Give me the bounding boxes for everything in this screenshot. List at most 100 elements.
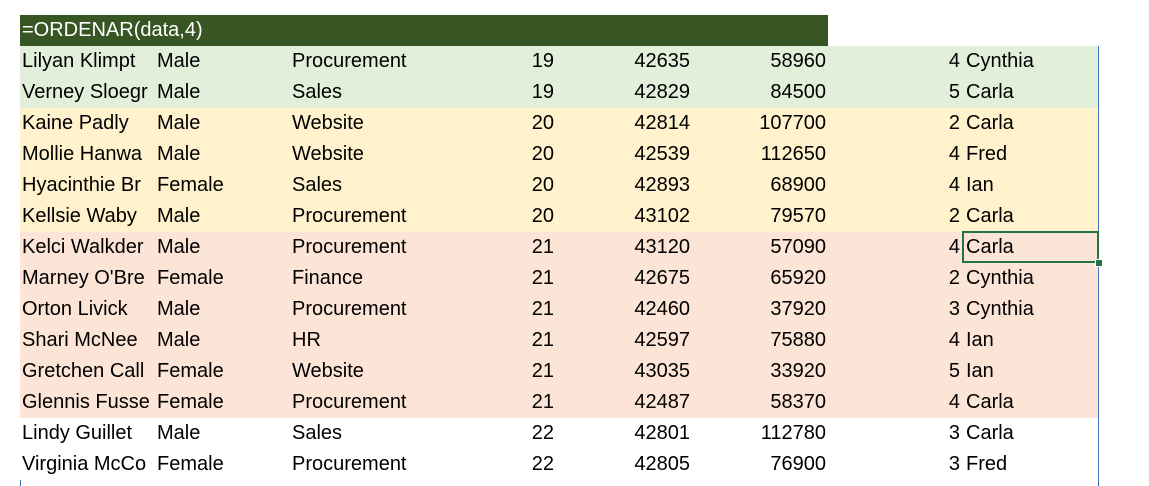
date-cell[interactable]: 42805	[600, 449, 690, 480]
age-cell[interactable]: 21	[490, 232, 554, 263]
name-cell[interactable]: Kelci Walkder	[22, 232, 155, 263]
gender-cell[interactable]: Male	[157, 201, 287, 232]
rating-cell[interactable]: 4	[900, 232, 960, 263]
manager-cell[interactable]: Cynthia	[966, 294, 1096, 325]
salary-cell[interactable]: 107700	[710, 108, 826, 139]
age-cell[interactable]: 21	[490, 325, 554, 356]
manager-cell[interactable]: Carla	[966, 387, 1096, 418]
rating-cell[interactable]: 4	[900, 325, 960, 356]
name-cell[interactable]: Verney Sloegr	[22, 77, 155, 108]
salary-cell[interactable]: 65920	[710, 263, 826, 294]
gender-cell[interactable]: Male	[157, 108, 287, 139]
department-cell[interactable]: Website	[292, 108, 492, 139]
manager-cell[interactable]: Cynthia	[966, 263, 1096, 294]
name-cell[interactable]: Orton Livick	[22, 294, 155, 325]
department-cell[interactable]: Procurement	[292, 201, 492, 232]
date-cell[interactable]: 42829	[600, 77, 690, 108]
department-cell[interactable]: Website	[292, 139, 492, 170]
name-cell[interactable]: Kellsie Waby	[22, 201, 155, 232]
manager-cell[interactable]: Carla	[966, 77, 1096, 108]
department-cell[interactable]: Procurement	[292, 387, 492, 418]
date-cell[interactable]: 42460	[600, 294, 690, 325]
gender-cell[interactable]: Male	[157, 139, 287, 170]
rating-cell[interactable]: 5	[900, 356, 960, 387]
department-cell[interactable]: HR	[292, 325, 492, 356]
department-cell[interactable]: Sales	[292, 418, 492, 449]
gender-cell[interactable]: Male	[157, 232, 287, 263]
manager-cell[interactable]: Cynthia	[966, 46, 1096, 77]
rating-cell[interactable]: 4	[900, 46, 960, 77]
age-cell[interactable]: 22	[490, 449, 554, 480]
selected-cell[interactable]	[962, 231, 1099, 263]
salary-cell[interactable]: 33920	[710, 356, 826, 387]
age-cell[interactable]: 21	[490, 294, 554, 325]
name-cell[interactable]: Lilyan Klimpt	[22, 46, 155, 77]
manager-cell[interactable]: Carla	[966, 108, 1096, 139]
name-cell[interactable]: Virginia McCo	[22, 449, 155, 480]
rating-cell[interactable]: 3	[900, 418, 960, 449]
age-cell[interactable]: 19	[490, 77, 554, 108]
name-cell[interactable]: Kaine Padly	[22, 108, 155, 139]
rating-cell[interactable]: 5	[900, 77, 960, 108]
age-cell[interactable]: 21	[490, 356, 554, 387]
name-cell[interactable]: Shari McNee	[22, 325, 155, 356]
rating-cell[interactable]: 3	[900, 294, 960, 325]
manager-cell[interactable]: Ian	[966, 325, 1096, 356]
salary-cell[interactable]: 57090	[710, 232, 826, 263]
department-cell[interactable]: Sales	[292, 77, 492, 108]
rating-cell[interactable]: 4	[900, 139, 960, 170]
gender-cell[interactable]: Female	[157, 387, 287, 418]
age-cell[interactable]: 21	[490, 387, 554, 418]
gender-cell[interactable]: Male	[157, 77, 287, 108]
manager-cell[interactable]: Ian	[966, 170, 1096, 201]
salary-cell[interactable]: 37920	[710, 294, 826, 325]
manager-cell[interactable]: Carla	[966, 418, 1096, 449]
salary-cell[interactable]: 58960	[710, 46, 826, 77]
date-cell[interactable]: 42893	[600, 170, 690, 201]
date-cell[interactable]: 42814	[600, 108, 690, 139]
department-cell[interactable]: Procurement	[292, 232, 492, 263]
gender-cell[interactable]: Female	[157, 263, 287, 294]
rating-cell[interactable]: 2	[900, 201, 960, 232]
age-cell[interactable]: 22	[490, 418, 554, 449]
name-cell[interactable]: Mollie Hanwa	[22, 139, 155, 170]
department-cell[interactable]: Procurement	[292, 449, 492, 480]
date-cell[interactable]: 42675	[600, 263, 690, 294]
age-cell[interactable]: 20	[490, 170, 554, 201]
rating-cell[interactable]: 4	[900, 387, 960, 418]
name-cell[interactable]: Lindy Guillet	[22, 418, 155, 449]
salary-cell[interactable]: 112650	[710, 139, 826, 170]
date-cell[interactable]: 43102	[600, 201, 690, 232]
date-cell[interactable]: 42801	[600, 418, 690, 449]
salary-cell[interactable]: 58370	[710, 387, 826, 418]
name-cell[interactable]: Hyacinthie Br	[22, 170, 155, 201]
date-cell[interactable]: 42487	[600, 387, 690, 418]
department-cell[interactable]: Sales	[292, 170, 492, 201]
department-cell[interactable]: Procurement	[292, 294, 492, 325]
rating-cell[interactable]: 2	[900, 108, 960, 139]
age-cell[interactable]: 20	[490, 108, 554, 139]
name-cell[interactable]: Marney O'Bre	[22, 263, 155, 294]
gender-cell[interactable]: Female	[157, 449, 287, 480]
gender-cell[interactable]: Male	[157, 46, 287, 77]
manager-cell[interactable]: Ian	[966, 356, 1096, 387]
fill-handle[interactable]	[1095, 259, 1103, 267]
age-cell[interactable]: 20	[490, 139, 554, 170]
manager-cell[interactable]: Carla	[966, 201, 1096, 232]
age-cell[interactable]: 21	[490, 263, 554, 294]
manager-cell[interactable]: Fred	[966, 139, 1096, 170]
manager-cell[interactable]: Fred	[966, 449, 1096, 480]
gender-cell[interactable]: Male	[157, 418, 287, 449]
salary-cell[interactable]: 84500	[710, 77, 826, 108]
department-cell[interactable]: Website	[292, 356, 492, 387]
name-cell[interactable]: Gretchen Call	[22, 356, 155, 387]
age-cell[interactable]: 19	[490, 46, 554, 77]
date-cell[interactable]: 42635	[600, 46, 690, 77]
rating-cell[interactable]: 2	[900, 263, 960, 294]
date-cell[interactable]: 42539	[600, 139, 690, 170]
department-cell[interactable]: Finance	[292, 263, 492, 294]
salary-cell[interactable]: 79570	[710, 201, 826, 232]
date-cell[interactable]: 43120	[600, 232, 690, 263]
department-cell[interactable]: Procurement	[292, 46, 492, 77]
gender-cell[interactable]: Female	[157, 170, 287, 201]
